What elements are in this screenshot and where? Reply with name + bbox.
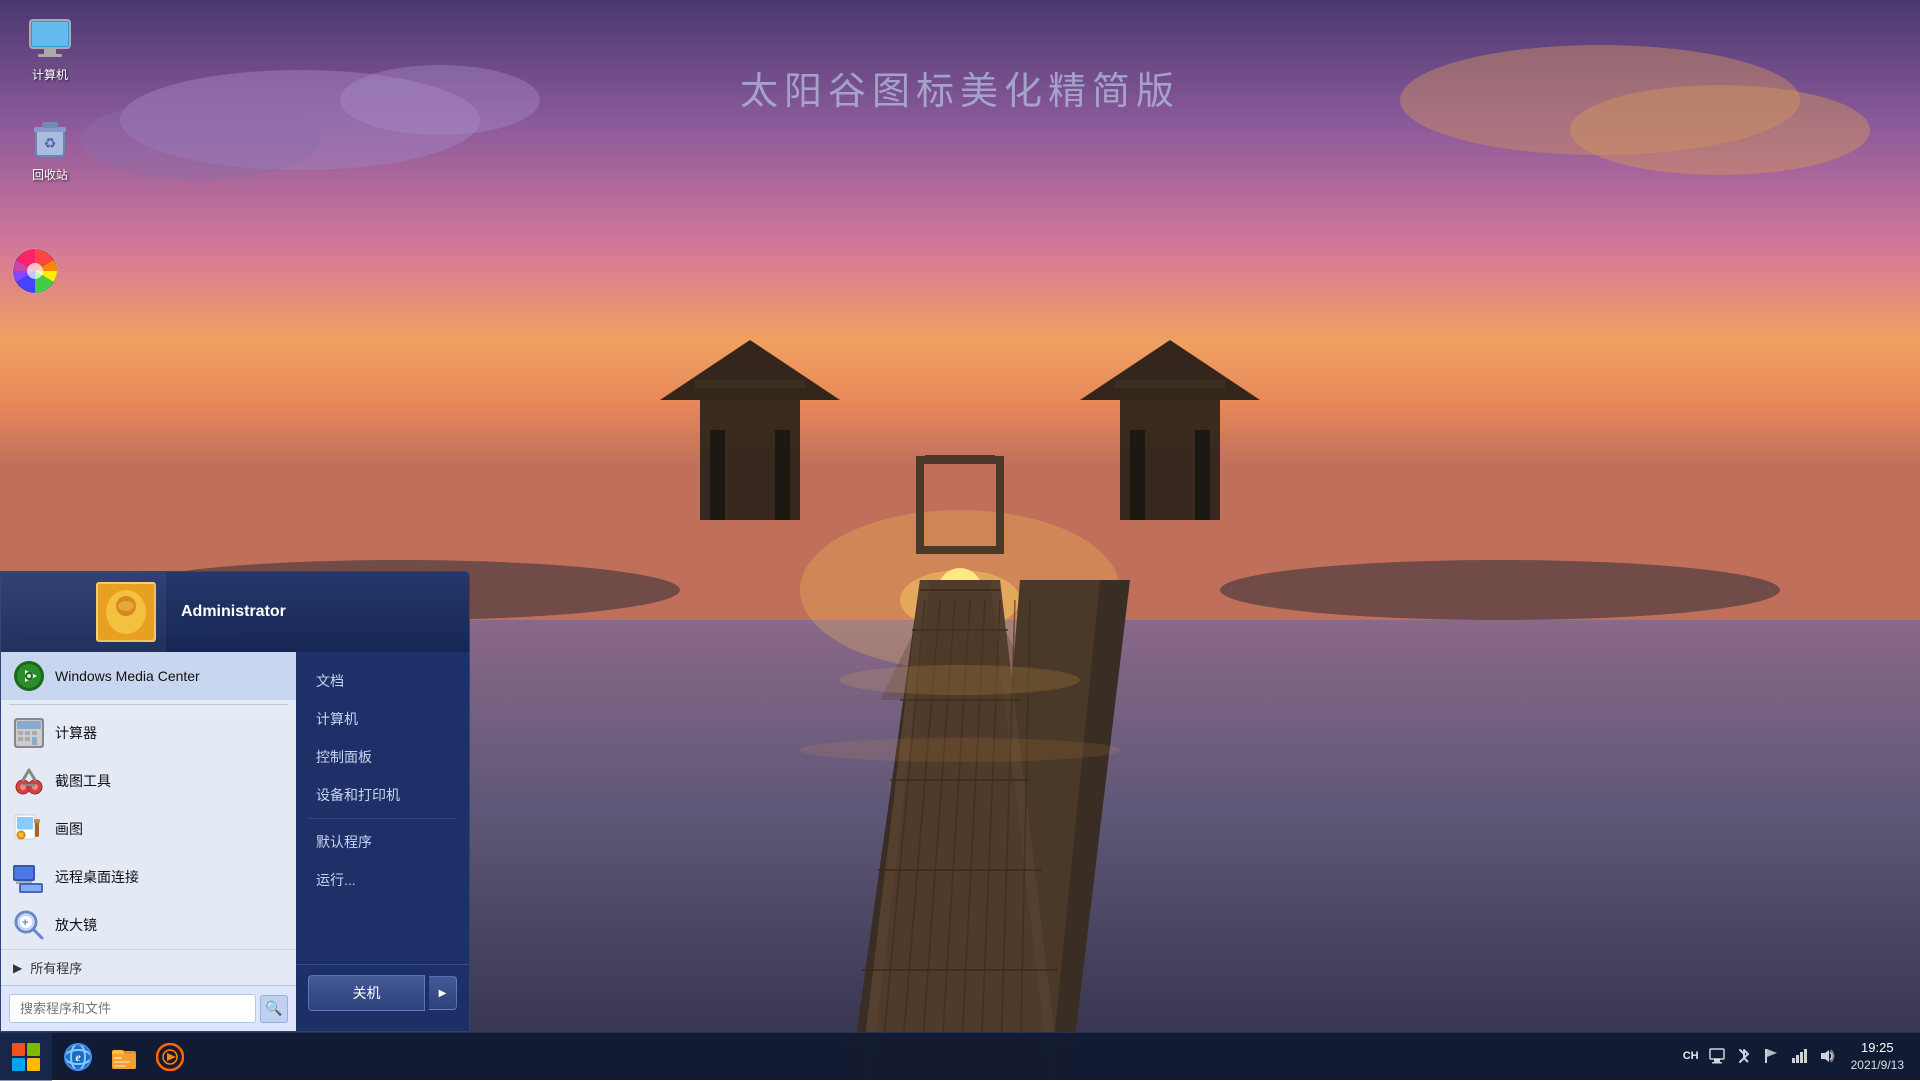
menu-item-paint[interactable]: 画图: [1, 805, 296, 853]
clock[interactable]: 19:25 2021/9/13: [1843, 1039, 1912, 1074]
search-input[interactable]: [9, 994, 256, 1023]
start-menu-right: 文档 计算机 控制面板 设备和打印机 默认程序 运行... 关机 ▶: [296, 652, 469, 1031]
menu-item-control[interactable]: 控制面板: [296, 738, 469, 776]
menu-item-snip[interactable]: 截图工具: [1, 757, 296, 805]
computer-icon-label: 计算机: [32, 66, 68, 83]
taskbar: e CH: [0, 1032, 1920, 1080]
shutdown-arrow-icon: ▶: [439, 988, 447, 999]
clock-time: 19:25: [1851, 1039, 1904, 1057]
paint-icon: [13, 813, 45, 845]
desktop-icon-recycle[interactable]: ♻ 回收站: [10, 110, 90, 187]
search-icon: 🔍: [265, 1000, 282, 1017]
wmc-icon: [13, 660, 45, 692]
svg-text:♻: ♻: [44, 135, 57, 151]
all-programs-button[interactable]: ▶ 所有程序: [1, 949, 296, 985]
recycle-bin-label: 回收站: [32, 166, 68, 183]
mag-icon: +: [13, 909, 45, 941]
snip-label: 截图工具: [55, 771, 111, 791]
menu-item-docs[interactable]: 文档: [296, 662, 469, 700]
start-menu-left: Windows Media Center: [1, 652, 296, 1031]
tray-bluetooth-icon[interactable]: [1733, 1048, 1755, 1064]
user-name-text: Administrator: [181, 603, 286, 621]
menu-item-defaults[interactable]: 默认程序: [296, 823, 469, 861]
taskbar-ie[interactable]: e: [56, 1037, 100, 1077]
menu-item-devices[interactable]: 设备和打印机: [296, 776, 469, 814]
menu-divider-1: [9, 704, 288, 705]
menu-item-wmc[interactable]: Windows Media Center: [1, 652, 296, 700]
menu-item-calc[interactable]: 计算器: [1, 709, 296, 757]
search-bar: 🔍: [1, 985, 296, 1031]
taskbar-explorer[interactable]: [102, 1037, 146, 1077]
user-avatar: [96, 582, 156, 642]
tray-language[interactable]: CH: [1681, 1050, 1701, 1062]
wmc-label: Windows Media Center: [55, 668, 200, 684]
start-menu-header: Administrator: [1, 572, 469, 652]
user-name: Administrator: [166, 572, 469, 652]
taskbar-mediaplayer[interactable]: [148, 1037, 192, 1077]
svg-text:+: +: [22, 917, 28, 929]
tray-network-icon[interactable]: [1759, 1048, 1783, 1064]
desktop-icon-computer[interactable]: 计算机: [10, 10, 90, 87]
desktop-watermark: 太阳谷图标美化精简版: [740, 60, 1180, 115]
tray-volume-icon[interactable]: [1815, 1048, 1839, 1064]
user-photo-area[interactable]: [1, 572, 166, 652]
rdp-icon: [13, 861, 45, 893]
windows-logo-icon: [12, 1043, 40, 1071]
tray-screen-icon[interactable]: [1705, 1048, 1729, 1064]
clock-date: 2021/9/13: [1851, 1057, 1904, 1074]
all-programs-label: 所有程序: [30, 958, 82, 977]
menu-item-rdp[interactable]: 远程桌面连接: [1, 853, 296, 901]
menu-item-mag[interactable]: + 放大镜: [1, 901, 296, 949]
snip-icon: [13, 765, 45, 797]
rdp-label: 远程桌面连接: [55, 867, 139, 887]
all-programs-arrow-icon: ▶: [13, 961, 22, 975]
start-menu-body: Windows Media Center: [1, 652, 469, 1031]
right-divider: [308, 818, 457, 819]
shutdown-button[interactable]: 关机: [308, 975, 425, 1011]
calc-label: 计算器: [55, 723, 97, 743]
search-button[interactable]: 🔍: [260, 995, 288, 1023]
system-tray: CH: [1681, 1039, 1920, 1074]
computer-icon: [26, 14, 74, 62]
desktop-small-icon[interactable]: [10, 246, 60, 296]
calc-icon: [13, 717, 45, 749]
start-menu: Administrator Windows Media Center: [0, 571, 470, 1032]
mag-label: 放大镜: [55, 915, 97, 935]
menu-item-computer[interactable]: 计算机: [296, 700, 469, 738]
recycle-bin-icon: ♻: [26, 114, 74, 162]
svg-text:e: e: [75, 1050, 81, 1064]
tray-network-bars-icon[interactable]: [1787, 1048, 1811, 1064]
menu-item-run[interactable]: 运行...: [296, 861, 469, 899]
shutdown-arrow-button[interactable]: ▶: [429, 976, 457, 1010]
taskbar-programs: e: [52, 1037, 196, 1077]
start-button[interactable]: [0, 1033, 52, 1081]
shutdown-area: 关机 ▶: [296, 964, 469, 1021]
paint-label: 画图: [55, 819, 83, 839]
